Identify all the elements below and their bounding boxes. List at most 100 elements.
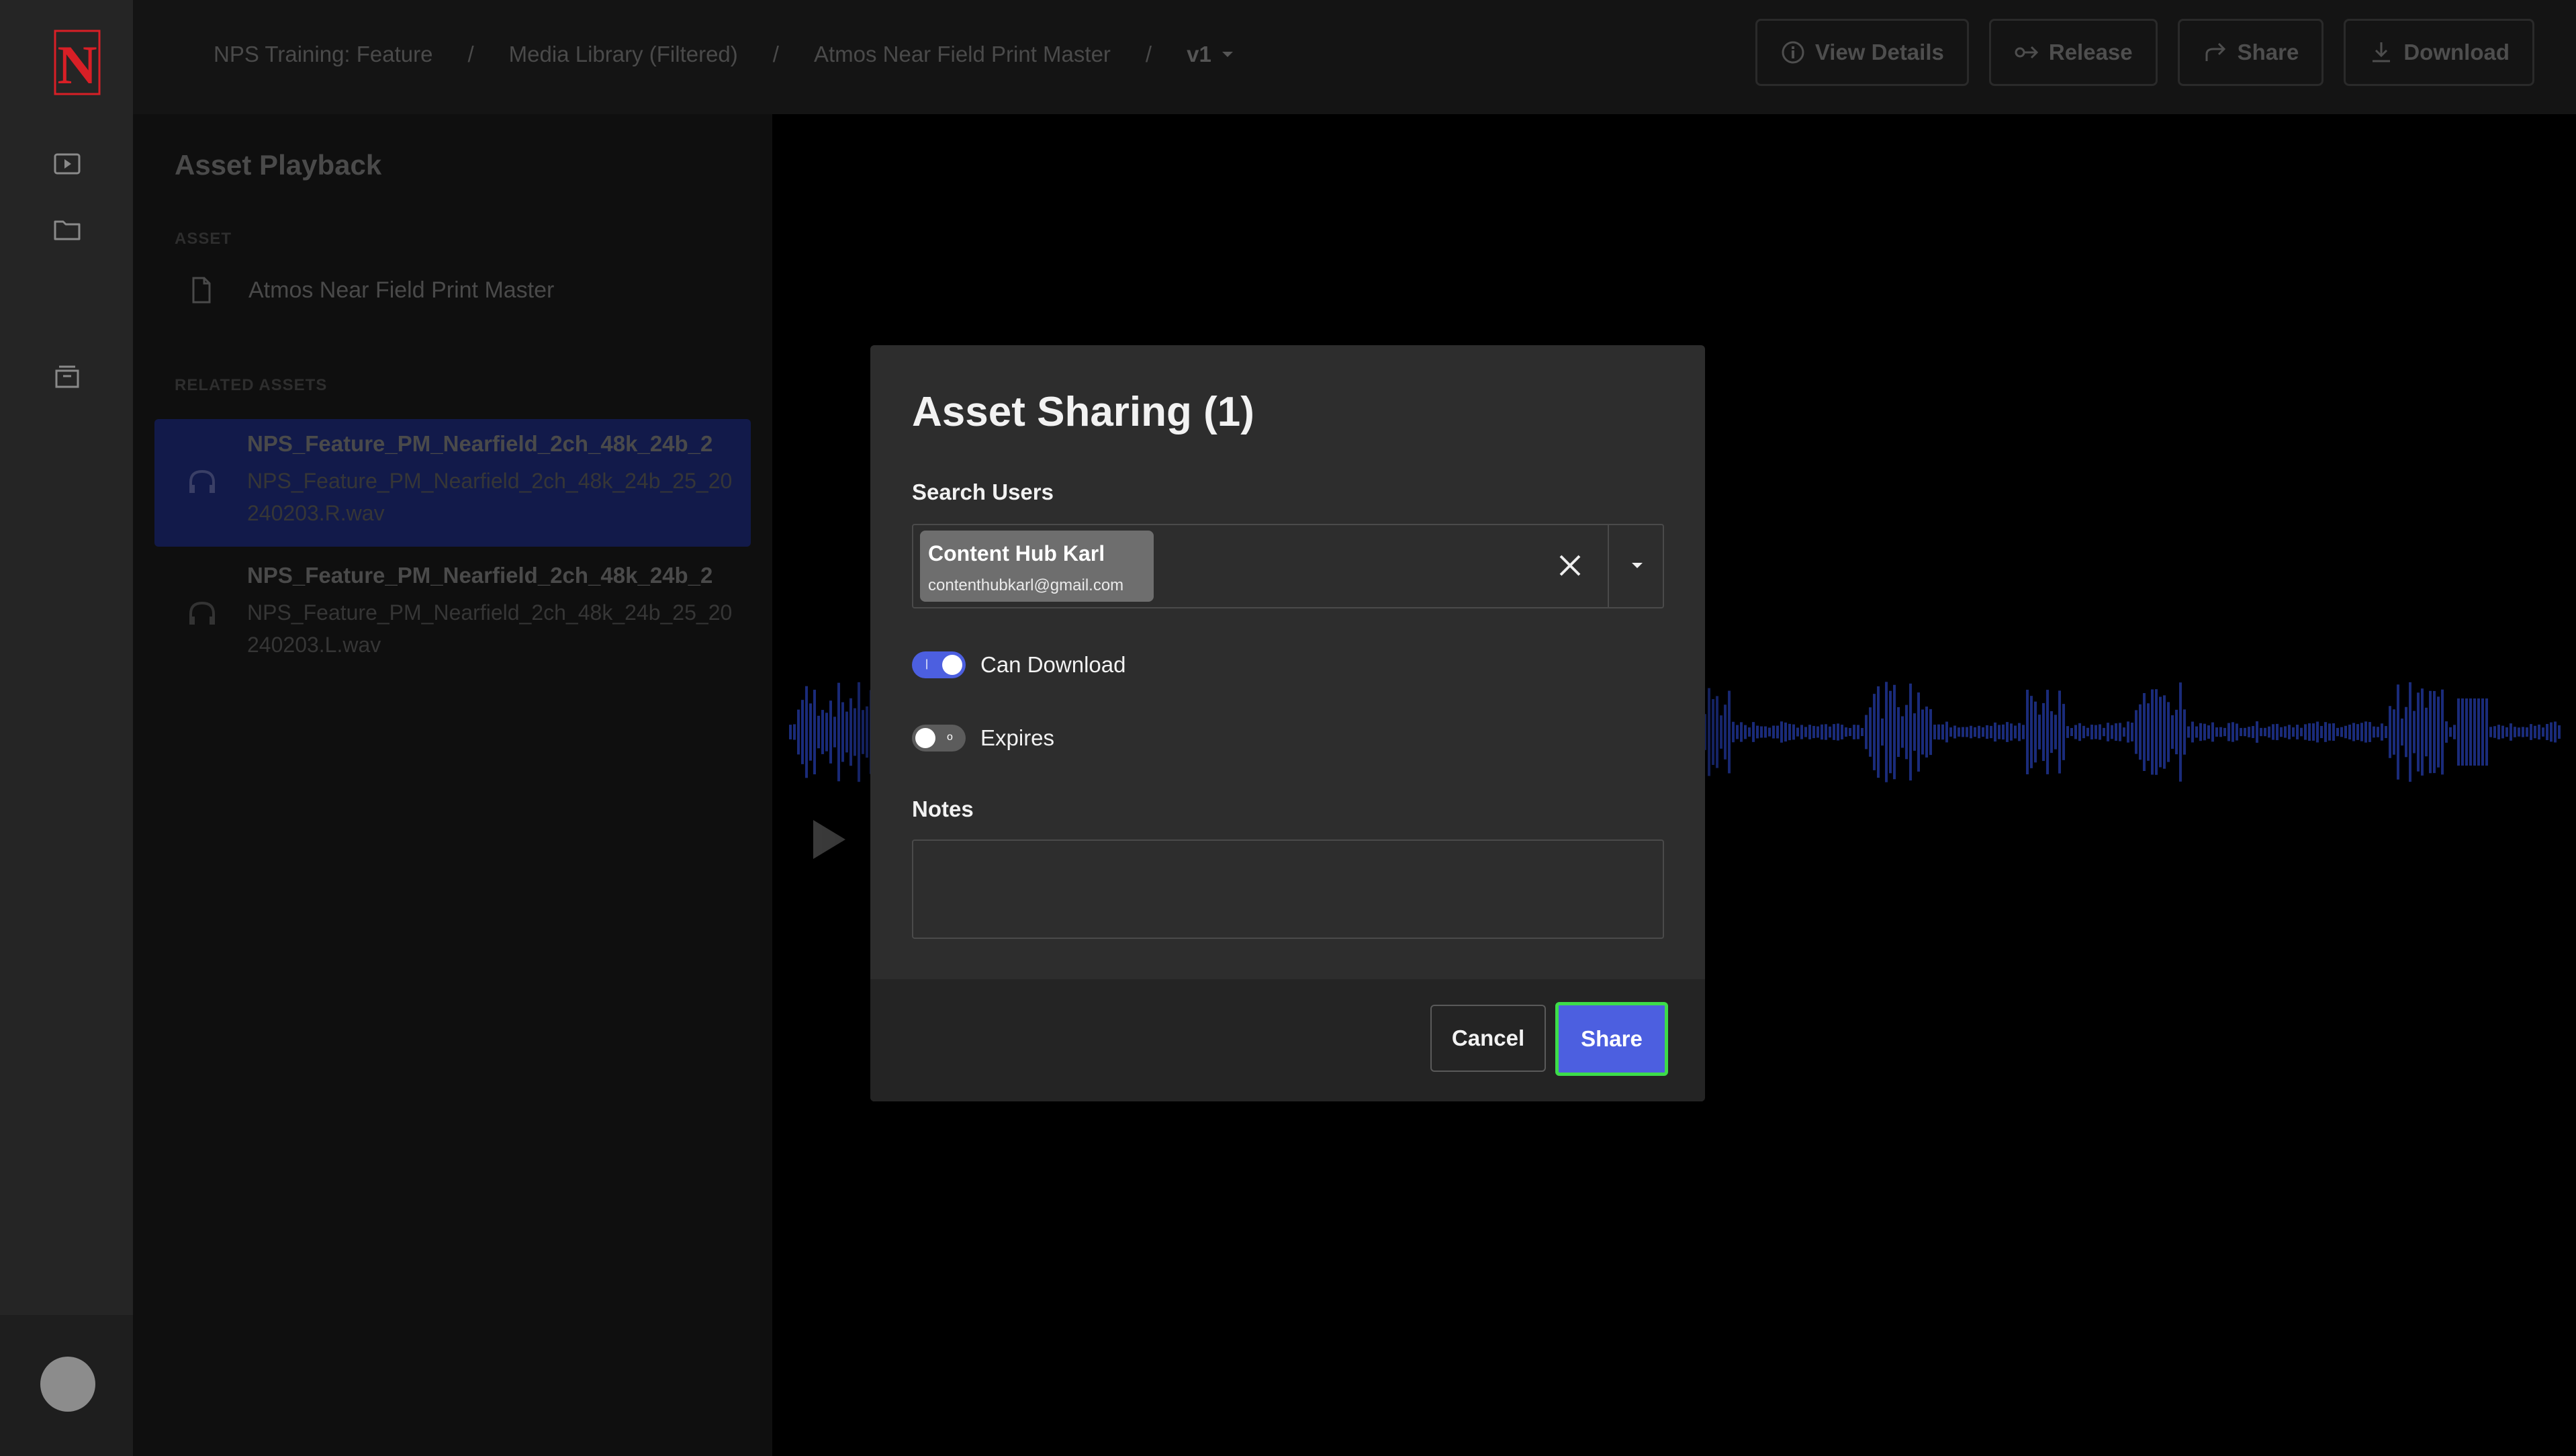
cancel-button[interactable]: Cancel: [1430, 1005, 1546, 1072]
waveform-bar: [2368, 722, 2371, 742]
toggle-off-mark: o: [947, 731, 953, 743]
waveform-bar: [2195, 726, 2198, 738]
user-search-select[interactable]: Content Hub Karl contenthubkarl@gmail.co…: [912, 524, 1664, 608]
waveform-bar: [1869, 707, 1872, 757]
expires-toggle[interactable]: o: [912, 725, 966, 752]
waveform-bar: [1945, 721, 1948, 743]
waveform-bar: [2510, 723, 2512, 741]
waveform-bar: [1889, 690, 1892, 774]
breadcrumb-item-asset[interactable]: Atmos Near Field Print Master: [814, 42, 1111, 67]
waveform-bar: [866, 706, 868, 758]
file-icon: [192, 277, 211, 304]
waveform-bar: [1760, 726, 1763, 738]
waveform-bar: [1825, 724, 1827, 740]
waveform-bar: [2227, 723, 2230, 741]
waveform-bar: [2276, 723, 2279, 741]
waveform-bar: [1941, 724, 1944, 740]
waveform-bar: [2155, 689, 2158, 775]
release-button[interactable]: Release: [1988, 19, 2158, 86]
breadcrumb-separator: /: [772, 42, 779, 66]
waveform-bar: [2223, 727, 2226, 737]
waveform-bar: [2211, 722, 2214, 742]
waveform-bar: [2389, 706, 2391, 758]
netflix-logo[interactable]: N: [54, 30, 101, 95]
selected-user-chip[interactable]: Content Hub Karl contenthubkarl@gmail.co…: [920, 531, 1154, 602]
waveform-bar: [2095, 725, 2097, 739]
waveform-bar: [2127, 721, 2129, 743]
expires-label: Expires: [980, 725, 1055, 750]
waveform-bar: [2046, 690, 2049, 774]
waveform-bar: [2203, 723, 2206, 741]
waveform-bar: [2489, 727, 2492, 737]
waveform-bar: [821, 710, 824, 754]
share-toolbar-label: Share: [2237, 40, 2299, 64]
waveform-bar: [1905, 704, 1908, 760]
waveform-bar: [2433, 690, 2436, 774]
waveform-bar: [849, 698, 852, 766]
breadcrumb-item-project[interactable]: NPS Training: Feature: [214, 42, 433, 67]
waveform-bar: [2058, 690, 2061, 774]
waveform-bar: [1764, 726, 1767, 738]
waveform-bar: [2123, 727, 2125, 737]
chevron-down-icon[interactable]: [1629, 559, 1645, 572]
top-bar: NPS Training: Feature / Media Library (F…: [133, 0, 2576, 114]
breadcrumb-item-library[interactable]: Media Library (Filtered): [509, 42, 738, 67]
waveform-bar: [2465, 698, 2468, 766]
waveform-bar: [793, 724, 796, 740]
toggle-knob: [915, 728, 935, 748]
waveform-bar: [2103, 727, 2105, 737]
related-asset-item[interactable]: NPS_Feature_PM_Nearfield_2ch_48k_24b_2 N…: [154, 419, 751, 547]
folder-icon[interactable]: [50, 212, 85, 247]
waveform-bar: [825, 713, 828, 752]
selected-user-name: Content Hub Karl: [928, 541, 1105, 565]
avatar[interactable]: [40, 1357, 95, 1412]
notes-textarea[interactable]: [912, 839, 1664, 939]
select-divider: [1608, 525, 1609, 607]
asset-item[interactable]: Atmos Near Field Print Master: [175, 275, 554, 305]
waveform-bar: [2219, 727, 2222, 737]
waveform-bar: [1909, 683, 1912, 781]
waveform-bar: [2397, 684, 2399, 780]
waveform-bar: [1986, 725, 1988, 739]
waveform-bar: [2340, 727, 2343, 737]
toggle-on-mark: |: [925, 658, 929, 670]
view-details-button[interactable]: View Details: [1755, 19, 1969, 86]
play-box-icon[interactable]: [50, 146, 85, 181]
waveform-bar: [2332, 723, 2335, 741]
waveform-bar: [1780, 721, 1783, 743]
waveform-bar: [1800, 725, 1803, 739]
waveform-bar: [1857, 725, 1859, 739]
waveform-bar: [2244, 727, 2246, 737]
waveform-bar: [2050, 711, 2053, 754]
toolbar-actions: View Details Release Share Download: [1755, 19, 2534, 86]
waveform-bar: [1708, 688, 1710, 776]
waveform-bar: [2062, 704, 2065, 760]
waveform-bar: [2308, 723, 2311, 741]
can-download-label: Can Download: [980, 652, 1126, 677]
waveform-bar: [2054, 715, 2057, 749]
download-button[interactable]: Download: [2344, 19, 2534, 86]
waveform-bar: [2360, 723, 2363, 741]
selected-user-email: contenthubkarl@gmail.com: [928, 576, 1124, 594]
play-icon[interactable]: [809, 816, 849, 863]
can-download-toggle[interactable]: |: [912, 651, 966, 678]
waveform-bar: [829, 700, 832, 764]
share-toolbar-button[interactable]: Share: [2177, 19, 2324, 86]
dialog-title: Asset Sharing (1): [912, 389, 1254, 435]
archive-icon[interactable]: [50, 360, 85, 395]
waveform-bar: [2099, 724, 2101, 740]
related-asset-item[interactable]: NPS_Feature_PM_Nearfield_2ch_48k_24b_2 N…: [154, 551, 751, 678]
version-selector[interactable]: v1: [1187, 42, 1234, 67]
waveform-bar: [1873, 694, 1876, 770]
waveform-bar: [1728, 690, 1731, 774]
waveform-bar: [1949, 727, 1952, 737]
waveform-bar: [1937, 724, 1940, 740]
share-button[interactable]: Share: [1555, 1002, 1668, 1076]
close-icon[interactable]: [1555, 551, 1585, 580]
waveform-bar: [1804, 727, 1807, 737]
waveform-bar: [2175, 709, 2178, 755]
waveform-bar: [2356, 724, 2359, 740]
waveform-bar: [1849, 727, 1851, 737]
waveform-bar: [2514, 727, 2516, 737]
waveform-bar: [1816, 726, 1819, 738]
